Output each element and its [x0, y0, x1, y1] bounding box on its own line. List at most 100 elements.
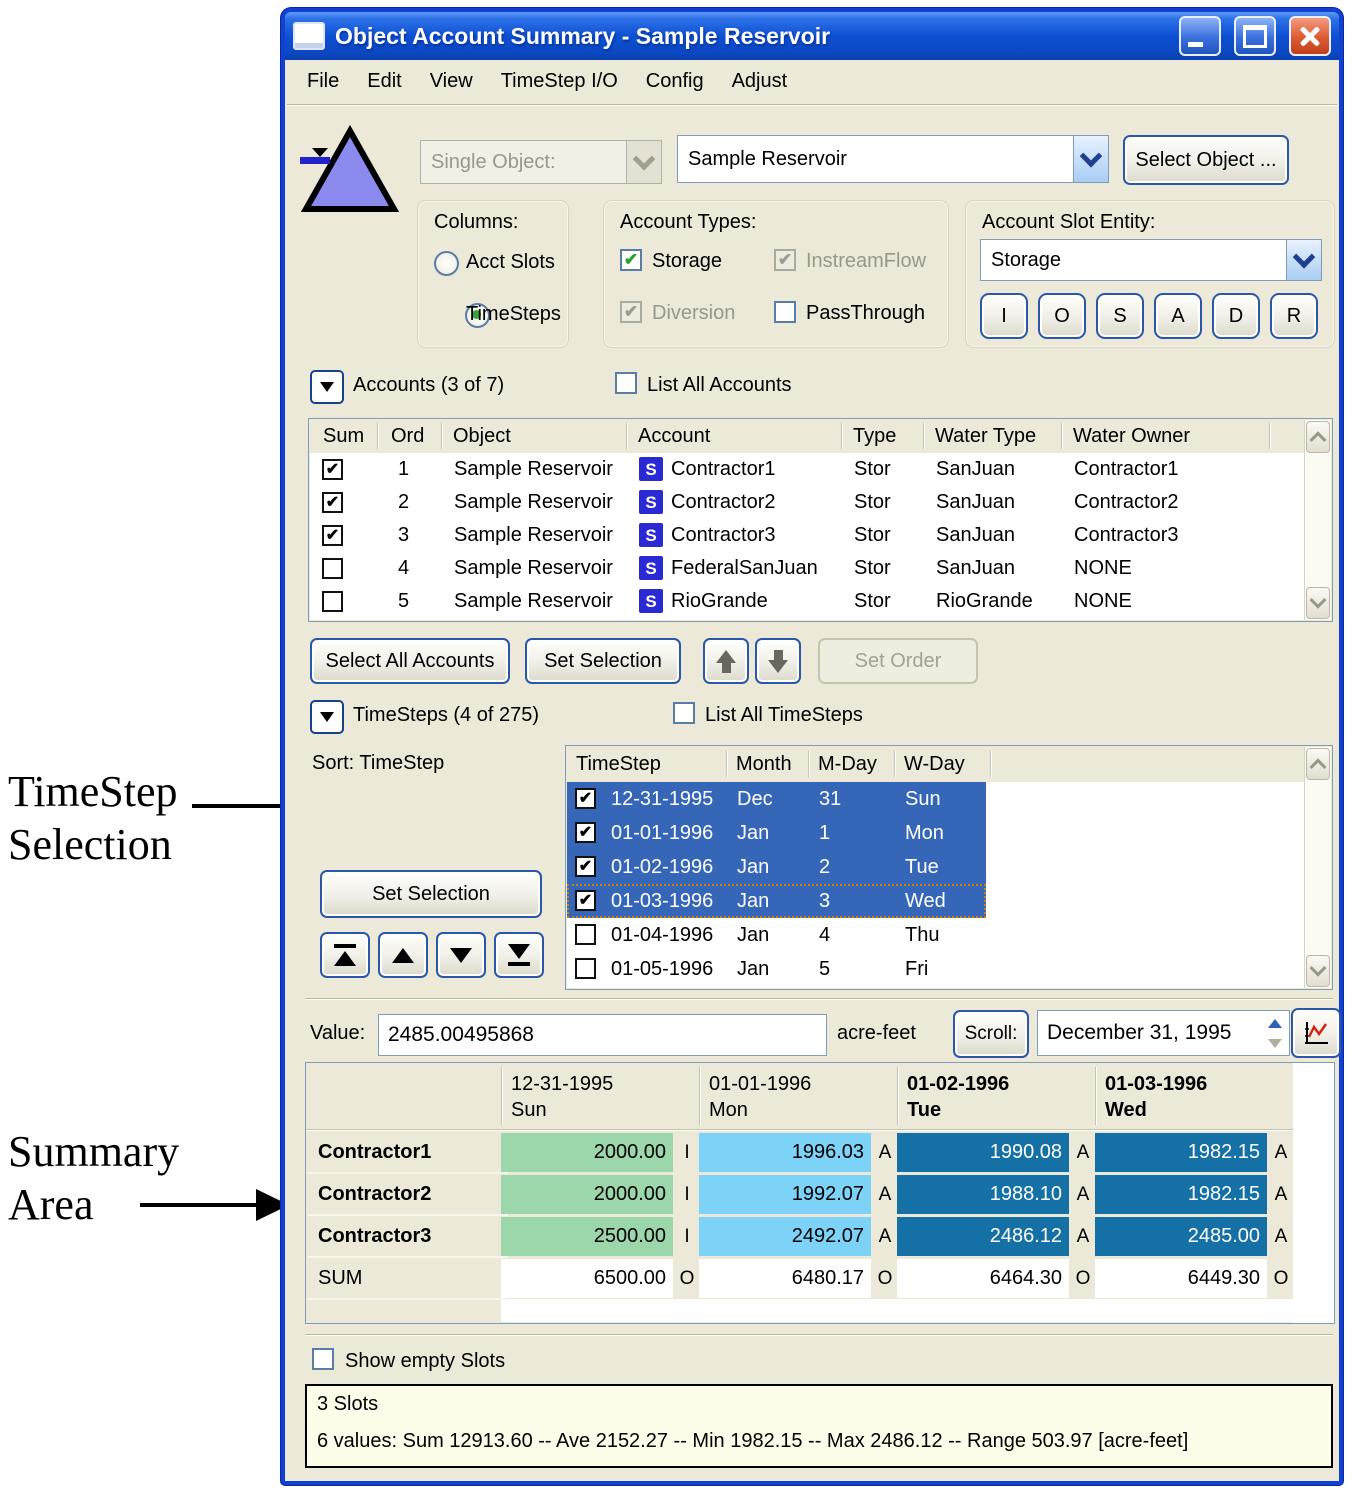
column-header[interactable]: Month — [736, 746, 792, 780]
select-object-button[interactable]: Select Object ... — [1123, 135, 1289, 185]
summary-cell[interactable]: 6464.30 — [897, 1259, 1069, 1298]
menu-adjust[interactable]: Adjust — [732, 70, 788, 93]
scroll-up-button[interactable] — [1306, 748, 1330, 780]
row-checkbox[interactable] — [575, 788, 596, 809]
column-header[interactable]: Object — [453, 419, 511, 453]
timesteps-collapse-button[interactable] — [310, 700, 344, 734]
scroll-up-button[interactable] — [1306, 421, 1330, 453]
maximize-button[interactable] — [1234, 16, 1276, 56]
timestep-set-selection-button[interactable]: Set Selection — [320, 870, 542, 918]
titlebar[interactable]: Object Account Summary - Sample Reservoi… — [285, 12, 1339, 60]
account-row[interactable]: 1 Sample Reservoir S Contractor1 Stor Sa… — [310, 453, 1304, 486]
timestep-row[interactable]: 12-31-1995 Dec 31 Sun — [567, 782, 1304, 816]
show-empty-slots-label[interactable]: Show empty Slots — [345, 1350, 505, 1373]
column-header[interactable]: W-Day — [904, 746, 965, 780]
account-row[interactable]: 2 Sample Reservoir S Contractor2 Stor Sa… — [310, 486, 1304, 519]
column-header[interactable]: TimeStep — [576, 746, 661, 780]
select-all-accounts-button[interactable]: Select All Accounts — [310, 638, 510, 684]
scroll-down-button[interactable] — [1306, 955, 1330, 987]
row-checkbox[interactable] — [322, 558, 343, 579]
row-checkbox[interactable] — [575, 890, 596, 911]
entity-button-d[interactable]: D — [1212, 293, 1260, 339]
set-selection-button[interactable]: Set Selection — [525, 638, 681, 684]
row-checkbox[interactable] — [322, 591, 343, 612]
summary-cell[interactable]: 1982.15 — [1095, 1133, 1267, 1172]
move-down-button[interactable] — [755, 638, 801, 684]
summary-cell[interactable]: 2000.00 — [501, 1133, 673, 1172]
object-combobox[interactable]: Sample Reservoir — [677, 135, 1109, 183]
row-checkbox[interactable] — [575, 924, 596, 945]
timestep-row[interactable]: 01-01-1996 Jan 1 Mon — [567, 816, 1304, 850]
step-up-button[interactable] — [378, 932, 428, 978]
summary-cell[interactable]: 6449.30 — [1095, 1259, 1267, 1298]
row-checkbox[interactable] — [322, 459, 343, 480]
spin-down-button[interactable] — [1263, 1033, 1287, 1053]
timestep-row[interactable]: 01-03-1996 Jan 3 Wed — [567, 884, 1304, 918]
summary-cell[interactable]: 6500.00 — [501, 1259, 673, 1298]
move-up-button[interactable] — [703, 638, 749, 684]
menu-edit[interactable]: Edit — [367, 70, 401, 93]
summary-column-header[interactable]: 12-31-1995 Sun — [511, 1071, 613, 1123]
summary-cell[interactable]: 2000.00 — [501, 1175, 673, 1214]
storage-label[interactable]: Storage — [652, 250, 722, 273]
menu-config[interactable]: Config — [646, 70, 704, 93]
row-checkbox[interactable] — [575, 856, 596, 877]
spin-up-button[interactable] — [1263, 1013, 1287, 1033]
entity-button-i[interactable]: I — [980, 293, 1028, 339]
account-row[interactable]: 5 Sample Reservoir S RioGrande Stor RioG… — [310, 585, 1304, 618]
menu-timestep-io[interactable]: TimeStep I/O — [501, 70, 618, 93]
accounts-scrollbar[interactable] — [1304, 420, 1331, 620]
summary-cell[interactable]: 2485.00 — [1095, 1217, 1267, 1256]
timestep-row[interactable]: 01-05-1996 Jan 5 Fri — [567, 952, 1304, 986]
menu-view[interactable]: View — [430, 70, 473, 93]
entity-button-o[interactable]: O — [1038, 293, 1086, 339]
list-all-accounts-checkbox[interactable] — [615, 372, 637, 394]
goto-last-button[interactable] — [494, 932, 544, 978]
summary-cell[interactable]: 1996.03 — [699, 1133, 871, 1172]
list-all-timesteps-checkbox[interactable] — [673, 702, 695, 724]
column-header[interactable]: Sum — [323, 419, 364, 453]
summary-cell[interactable]: 1982.15 — [1095, 1175, 1267, 1214]
column-header[interactable]: Water Type — [935, 419, 1036, 453]
row-checkbox[interactable] — [575, 822, 596, 843]
entity-button-r[interactable]: R — [1270, 293, 1318, 339]
menu-file[interactable]: File — [307, 70, 339, 93]
row-checkbox[interactable] — [322, 525, 343, 546]
summary-cell[interactable]: 2492.07 — [699, 1217, 871, 1256]
accounts-collapse-button[interactable] — [310, 370, 344, 404]
combo-arrow-button[interactable] — [1073, 136, 1108, 182]
step-down-button[interactable] — [436, 932, 486, 978]
column-header[interactable]: M-Day — [818, 746, 877, 780]
scroll-button[interactable]: Scroll: — [953, 1010, 1029, 1058]
summary-cell[interactable]: 1990.08 — [897, 1133, 1069, 1172]
summary-column-header[interactable]: 01-01-1996 Mon — [709, 1071, 811, 1123]
timesteps-label[interactable]: TimeSteps — [466, 303, 561, 326]
plot-button[interactable] — [1291, 1008, 1341, 1058]
row-checkbox[interactable] — [575, 958, 596, 979]
summary-column-header[interactable]: 01-02-1996 Tue — [907, 1071, 1009, 1123]
goto-first-button[interactable] — [320, 932, 370, 978]
list-all-timesteps-label[interactable]: List All TimeSteps — [705, 704, 863, 727]
summary-cell[interactable]: 1992.07 — [699, 1175, 871, 1214]
acct-slots-label[interactable]: Acct Slots — [466, 251, 555, 274]
storage-checkbox[interactable] — [620, 249, 642, 271]
column-header[interactable]: Water Owner — [1073, 419, 1190, 453]
scroll-down-button[interactable] — [1306, 587, 1330, 619]
column-header[interactable]: Ord — [391, 419, 424, 453]
summary-cell[interactable]: 6480.17 — [699, 1259, 871, 1298]
list-all-accounts-label[interactable]: List All Accounts — [647, 374, 792, 397]
combo-arrow-button[interactable] — [1286, 240, 1321, 280]
passthrough-label[interactable]: PassThrough — [806, 302, 925, 325]
slot-entity-combobox[interactable]: Storage — [980, 239, 1322, 281]
summary-column-header[interactable]: 01-03-1996 Wed — [1105, 1071, 1207, 1123]
summary-cell[interactable]: 1988.10 — [897, 1175, 1069, 1214]
minimize-button[interactable] — [1179, 16, 1221, 56]
timesteps-scrollbar[interactable] — [1304, 747, 1331, 988]
timestep-row[interactable]: 01-02-1996 Jan 2 Tue — [567, 850, 1304, 884]
entity-button-s[interactable]: S — [1096, 293, 1144, 339]
summary-cell[interactable]: 2486.12 — [897, 1217, 1069, 1256]
column-header[interactable]: Type — [853, 419, 896, 453]
account-row[interactable]: 4 Sample Reservoir S FederalSanJuan Stor… — [310, 552, 1304, 585]
value-input[interactable]: 2485.00495868 — [378, 1014, 827, 1056]
passthrough-checkbox[interactable] — [774, 301, 796, 323]
